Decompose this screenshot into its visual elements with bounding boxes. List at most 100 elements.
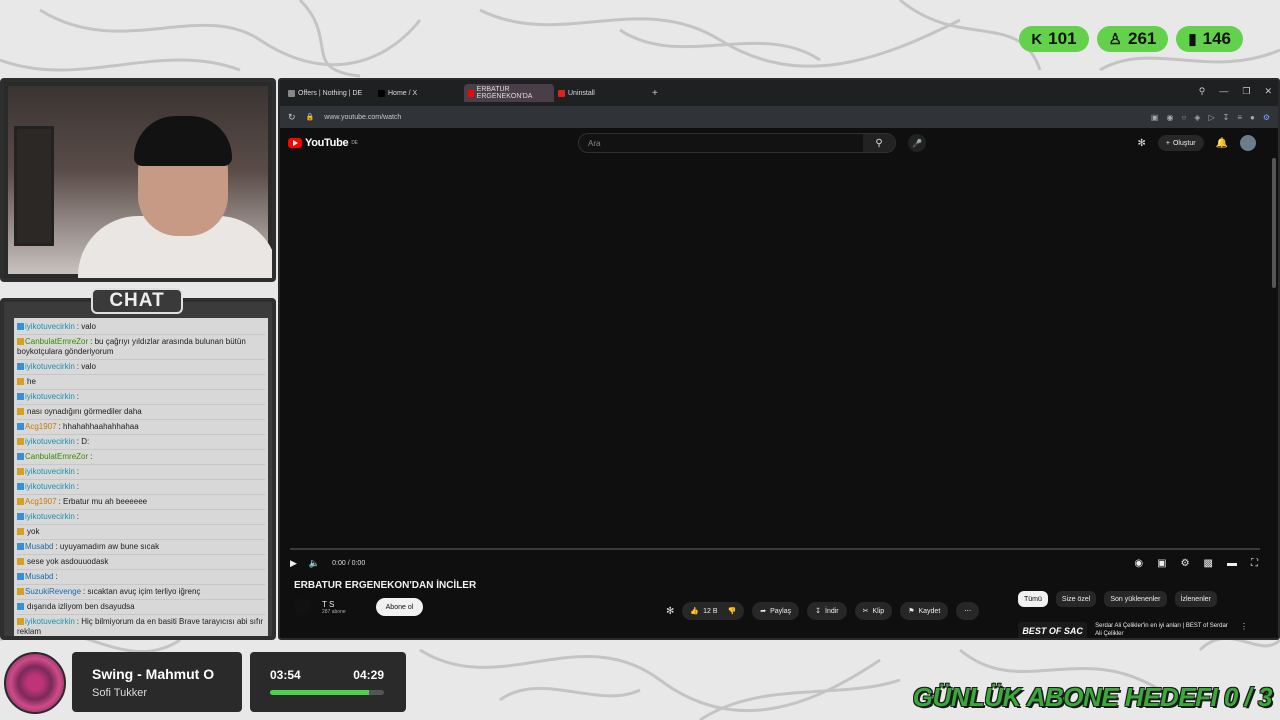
new-tab-button[interactable]: +	[652, 88, 658, 99]
profile-icon[interactable]: ●	[1250, 113, 1255, 122]
menu-icon[interactable]: ≡	[1237, 113, 1242, 122]
channel-avatar[interactable]	[294, 598, 312, 616]
play-button[interactable]: ▶	[290, 558, 297, 569]
extension-toolbar: ▣ ◉ ○ ◈ ▷ ↧ ≡ ● ⚙	[1151, 113, 1270, 122]
chat-username[interactable]: SuzukiRevenge	[25, 587, 81, 596]
chat-username[interactable]: iyikotuvecirkin	[25, 467, 75, 476]
song-current-time: 03:54	[270, 668, 301, 682]
more-options-button[interactable]: ⋯	[956, 602, 980, 620]
chat-text: sese yok asdouuodask	[27, 557, 109, 566]
sparkle-icon[interactable]: ✻	[666, 606, 674, 617]
chat-message: iyikotuvecirkin: valo	[17, 320, 265, 335]
channel-meta: T S 287 abone	[322, 600, 346, 615]
chat-message: iyikotuvecirkin: valo	[17, 360, 265, 375]
volume-icon[interactable]: 🔈	[309, 558, 320, 569]
miniplayer-icon[interactable]: ▩	[1204, 558, 1213, 569]
url-field[interactable]: www.youtube.com/watch	[324, 114, 401, 121]
chat-username[interactable]: Acg1907	[25, 497, 57, 506]
youtube-logo-text: YouTube	[305, 137, 349, 149]
microphone-icon[interactable]: 🎤	[908, 134, 926, 152]
play-icon[interactable]: ▷	[1208, 113, 1214, 122]
filter-chip[interactable]: Son yüklenenler	[1104, 591, 1167, 607]
badge-icon	[17, 513, 24, 521]
page-scrollbar[interactable]	[1272, 158, 1276, 288]
video-progress-bar[interactable]	[290, 548, 1260, 550]
bell-icon[interactable]: 🔔	[1216, 138, 1228, 149]
chat-message-list[interactable]: iyikotuvecirkin: valo CanbulatEmreZor: bu…	[14, 318, 268, 636]
recommended-video[interactable]: BEST OF SAC Serdar Ali Çelikler'in en iy…	[1018, 622, 1248, 638]
user-avatar[interactable]	[1240, 135, 1256, 151]
premium-icon[interactable]: ✻	[1138, 138, 1146, 149]
badge-icon	[17, 573, 24, 581]
reload-icon[interactable]: ↻	[288, 112, 296, 123]
chat-text: :	[76, 482, 80, 491]
chat-message: nası oynadığını görmediler daha	[17, 405, 265, 420]
channel-name[interactable]: T S	[322, 600, 346, 609]
k-icon: K	[1031, 30, 1043, 48]
chat-text: : uyuyamadım aw bune sıcak	[55, 542, 160, 551]
song-progress-fill	[270, 690, 370, 695]
theater-mode-icon[interactable]: ▬	[1227, 558, 1237, 569]
chat-username[interactable]: iyikotuvecirkin	[25, 617, 75, 626]
download-button[interactable]: ↧ İndir	[807, 602, 847, 620]
chat-username[interactable]: Musabd	[25, 572, 53, 581]
video-player[interactable]	[286, 158, 1262, 572]
recommended-thumbnail[interactable]: BEST OF SAC	[1018, 622, 1088, 638]
browser-tab[interactable]: ERBATUR ERGENEKON'DA	[464, 84, 554, 102]
chat-username[interactable]: Acg1907	[25, 422, 57, 431]
close-button[interactable]: ✕	[1264, 86, 1272, 97]
chat-username[interactable]: Musabd	[25, 542, 53, 551]
tab-label: Home / X	[388, 89, 418, 97]
chat-username[interactable]: iyikotuvecirkin	[25, 512, 75, 521]
maximize-button[interactable]: ❐	[1242, 86, 1250, 97]
browser-tab[interactable]: Home / X	[374, 84, 464, 102]
settings-gear-icon[interactable]: ⚙	[1181, 558, 1190, 569]
chat-message: CanbulatEmreZor:	[17, 450, 265, 465]
chat-username[interactable]: iyikotuvecirkin	[25, 482, 75, 491]
favicon-icon	[558, 89, 565, 97]
like-button[interactable]: 👍 12 B 👎	[682, 602, 745, 620]
filter-chip[interactable]: Size özel	[1055, 591, 1097, 607]
thumbs-down-icon[interactable]: 👎	[728, 607, 737, 615]
chat-message: Acg1907: hhahahhaahahhahaa	[17, 420, 265, 435]
share-button[interactable]: ➦ Paylaş	[752, 602, 800, 620]
chat-username[interactable]: iyikotuvecirkin	[25, 392, 75, 401]
save-button[interactable]: ⚑ Kaydet	[900, 602, 949, 620]
search-input[interactable]: Ara	[579, 139, 863, 148]
search-tabs-icon[interactable]: ⚲	[1199, 86, 1206, 97]
create-button[interactable]: + Oluştur	[1157, 135, 1204, 151]
chat-message: iyikotuvecirkin:	[17, 510, 265, 525]
fullscreen-icon[interactable]: ⛶	[1251, 558, 1258, 569]
youtube-logo[interactable]: YouTube DE	[288, 137, 358, 149]
extension-icon[interactable]: ▣	[1151, 113, 1159, 122]
chat-message: Musabd:	[17, 570, 265, 585]
song-total-time: 04:29	[353, 668, 384, 682]
bookmark-icon: ⚑	[908, 608, 915, 615]
settings-icon[interactable]: ⚙	[1263, 113, 1270, 122]
chat-username[interactable]: CanbulatEmreZor	[25, 337, 88, 346]
filter-chip[interactable]: İzlenenler	[1174, 591, 1217, 607]
chat-username[interactable]: CanbulatEmreZor	[25, 452, 88, 461]
minimize-button[interactable]: —	[1219, 86, 1228, 97]
puzzle-icon[interactable]: ◈	[1194, 113, 1200, 122]
download-label: İndir	[825, 607, 839, 615]
download-icon[interactable]: ↧	[1223, 113, 1230, 122]
chat-username[interactable]: iyikotuvecirkin	[25, 437, 75, 446]
chat-message: iyikotuvecirkin: D:	[17, 435, 265, 450]
chat-username[interactable]: iyikotuvecirkin	[25, 362, 75, 371]
more-vert-icon[interactable]: ⋮	[1240, 622, 1248, 638]
search-icon[interactable]: ⚲	[863, 134, 895, 152]
autoplay-toggle[interactable]: ◉	[1134, 558, 1143, 569]
search-box[interactable]: Ara ⚲	[578, 133, 896, 153]
subtitles-icon[interactable]: ▣	[1157, 558, 1166, 569]
recommended-title[interactable]: Serdar Ali Çelikler'in en iyi anları | B…	[1095, 622, 1232, 638]
clip-button[interactable]: ✂ Klip	[854, 602, 893, 620]
filter-chip[interactable]: Tümü	[1018, 591, 1048, 607]
shield-icon[interactable]: ○	[1181, 113, 1186, 122]
browser-tab[interactable]: Uninstall	[554, 84, 644, 102]
subscribe-button[interactable]: Abone ol	[375, 598, 424, 616]
browser-tab[interactable]: Offers | Nothing | DE	[284, 84, 374, 102]
badge-icon	[17, 588, 24, 596]
camera-icon[interactable]: ◉	[1166, 113, 1173, 122]
chat-username[interactable]: iyikotuvecirkin	[25, 322, 75, 331]
